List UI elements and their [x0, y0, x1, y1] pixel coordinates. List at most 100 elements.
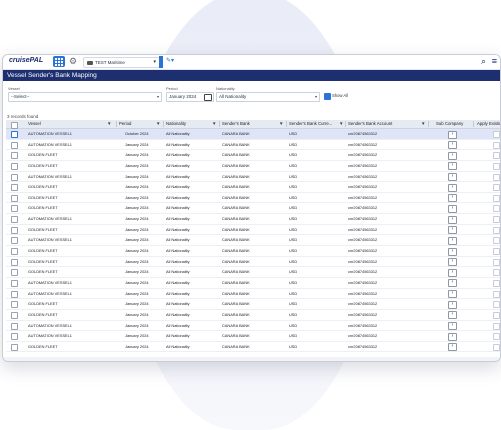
chevron-right-icon[interactable]: › — [448, 151, 457, 160]
row-checkbox[interactable] — [11, 237, 18, 245]
vessel-select[interactable]: --Select-- ▾ — [8, 92, 162, 102]
apply-existing-checkbox[interactable] — [493, 333, 500, 341]
table-row[interactable]: GOLDEN FLEET January 2024 All Nationality C… — [6, 182, 500, 193]
row-checkbox[interactable] — [11, 269, 18, 277]
chevron-right-icon[interactable]: › — [448, 141, 457, 150]
col-senders-bank-currency[interactable]: Sender's Bank Curre... — [289, 120, 332, 128]
col-vessel[interactable]: Vessel — [28, 120, 41, 128]
chevron-right-icon[interactable]: › — [448, 332, 457, 341]
table-row[interactable]: GOLDEN FLEET January 2024 All Nationality C… — [6, 267, 500, 278]
apply-existing-checkbox[interactable] — [493, 216, 500, 224]
apply-existing-checkbox[interactable] — [493, 173, 500, 181]
row-checkbox[interactable] — [11, 311, 18, 319]
filter-icon[interactable]: ▼ — [339, 121, 343, 127]
row-checkbox[interactable] — [11, 205, 18, 213]
table-row[interactable]: AUTOMATION VESSEL1 January 2024 All Nation… — [6, 289, 500, 300]
col-senders-bank[interactable]: Sender's Bank — [222, 120, 250, 128]
chevron-right-icon[interactable]: › — [448, 204, 457, 213]
horizontal-scrollbar[interactable] — [3, 357, 500, 361]
row-checkbox[interactable] — [11, 173, 18, 181]
filter-icon[interactable]: ▼ — [279, 121, 283, 127]
chevron-right-icon[interactable]: › — [448, 279, 457, 288]
table-row[interactable]: AUTOMATION VESSEL1 January 2024 All Nation… — [6, 172, 500, 183]
filter-icon[interactable]: ▼ — [212, 121, 216, 127]
row-checkbox[interactable] — [11, 162, 18, 170]
apply-existing-checkbox[interactable] — [493, 226, 500, 234]
table-row[interactable]: GOLDEN FLEET January 2024 All Nationality C… — [6, 299, 500, 310]
table-row[interactable]: AUTOMATION VESSEL1 January 2024 All Nation… — [6, 235, 500, 247]
apply-existing-checkbox[interactable] — [493, 162, 500, 170]
table-row[interactable]: GOLDEN FLEET January 2024 All Nationality C… — [6, 203, 500, 215]
col-senders-bank-account[interactable]: Sender's Bank Account — [348, 120, 392, 128]
apply-existing-checkbox[interactable] — [493, 301, 500, 309]
table-row[interactable]: AUTOMATION VESSEL1 January 2024 All Nation… — [6, 140, 500, 151]
pin-icon[interactable]: ✎▾ — [166, 57, 174, 64]
row-checkbox[interactable] — [11, 226, 18, 234]
apply-existing-checkbox[interactable] — [493, 290, 500, 298]
apply-existing-checkbox[interactable] — [493, 194, 500, 202]
search-icon[interactable]: ⌕ — [481, 56, 486, 67]
row-checkbox[interactable] — [11, 194, 18, 202]
chevron-right-icon[interactable]: › — [448, 268, 457, 277]
chevron-right-icon[interactable]: › — [448, 173, 457, 182]
chevron-right-icon[interactable]: › — [448, 311, 457, 320]
col-sub-company[interactable]: Sub Company — [436, 120, 463, 128]
table-row[interactable]: GOLDEN FLEET January 2024 All Nationality C… — [6, 257, 500, 268]
table-row[interactable]: AUTOMATION VESSEL1 January 2024 All Nation… — [6, 321, 500, 332]
apply-existing-checkbox[interactable] — [493, 322, 500, 330]
chevron-right-icon[interactable]: › — [448, 162, 457, 171]
filter-icon[interactable]: ▼ — [107, 121, 111, 127]
period-field[interactable]: January 2024 — [166, 92, 214, 102]
chevron-right-icon[interactable]: › — [448, 215, 457, 224]
company-selector[interactable]: TEST Maritime ▾ — [83, 57, 160, 68]
table-row[interactable]: GOLDEN FLEET January 2024 All Nationality C… — [6, 225, 500, 236]
row-checkbox[interactable] — [11, 333, 18, 341]
table-row[interactable]: GOLDEN FLEET January 2024 All Nationality C… — [6, 310, 500, 321]
side-toggle-button[interactable] — [159, 56, 163, 68]
apply-existing-checkbox[interactable] — [493, 269, 500, 277]
col-nationality[interactable]: Nationality — [166, 120, 186, 128]
filter-icon[interactable]: ▼ — [421, 121, 425, 127]
apply-existing-checkbox[interactable] — [493, 152, 500, 160]
apply-existing-checkbox[interactable] — [493, 258, 500, 266]
table-row[interactable]: GOLDEN FLEET January 2024 All Nationality C… — [6, 246, 500, 257]
chevron-right-icon[interactable]: › — [448, 258, 457, 267]
row-checkbox[interactable] — [11, 258, 18, 266]
row-checkbox[interactable] — [11, 248, 18, 256]
col-period[interactable]: Period — [119, 120, 131, 128]
chevron-right-icon[interactable]: › — [448, 226, 457, 235]
apply-existing-checkbox[interactable] — [493, 248, 500, 256]
apply-existing-checkbox[interactable] — [493, 343, 500, 351]
menu-icon[interactable]: ≡ — [492, 56, 497, 66]
row-checkbox[interactable] — [11, 131, 18, 138]
row-checkbox[interactable] — [11, 322, 18, 330]
chevron-right-icon[interactable]: › — [448, 130, 457, 139]
chevron-right-icon[interactable]: › — [448, 236, 457, 245]
row-checkbox[interactable] — [11, 216, 18, 224]
chevron-right-icon[interactable]: › — [448, 247, 457, 256]
chevron-right-icon[interactable]: › — [448, 343, 457, 352]
table-row[interactable]: GOLDEN FLEET January 2024 All Nationality C… — [6, 161, 500, 172]
apply-existing-checkbox[interactable] — [493, 311, 500, 319]
row-checkbox[interactable] — [11, 279, 18, 287]
gear-icon[interactable]: ⚙ — [69, 57, 77, 66]
row-checkbox[interactable] — [11, 152, 18, 160]
apply-existing-checkbox[interactable] — [493, 279, 500, 287]
chevron-right-icon[interactable]: › — [448, 183, 457, 192]
calendar-icon[interactable] — [204, 94, 212, 101]
apply-existing-checkbox[interactable] — [493, 184, 500, 192]
filter-icon[interactable]: ▼ — [156, 121, 160, 127]
grid-icon[interactable] — [53, 56, 65, 67]
row-checkbox[interactable] — [11, 141, 18, 149]
nationality-select[interactable]: All Nationality ▾ — [216, 92, 320, 102]
row-checkbox[interactable] — [11, 184, 18, 192]
show-all-checkbox[interactable] — [324, 93, 331, 100]
apply-existing-checkbox[interactable] — [493, 131, 500, 138]
row-checkbox[interactable] — [11, 301, 18, 309]
table-row[interactable]: GOLDEN FLEET January 2024 All Nationality C… — [6, 150, 500, 161]
col-apply-existing[interactable]: Apply Existing — [477, 120, 500, 128]
row-checkbox[interactable] — [11, 290, 18, 298]
chevron-right-icon[interactable]: › — [448, 322, 457, 331]
chevron-right-icon[interactable]: › — [448, 300, 457, 309]
apply-existing-checkbox[interactable] — [493, 141, 500, 149]
